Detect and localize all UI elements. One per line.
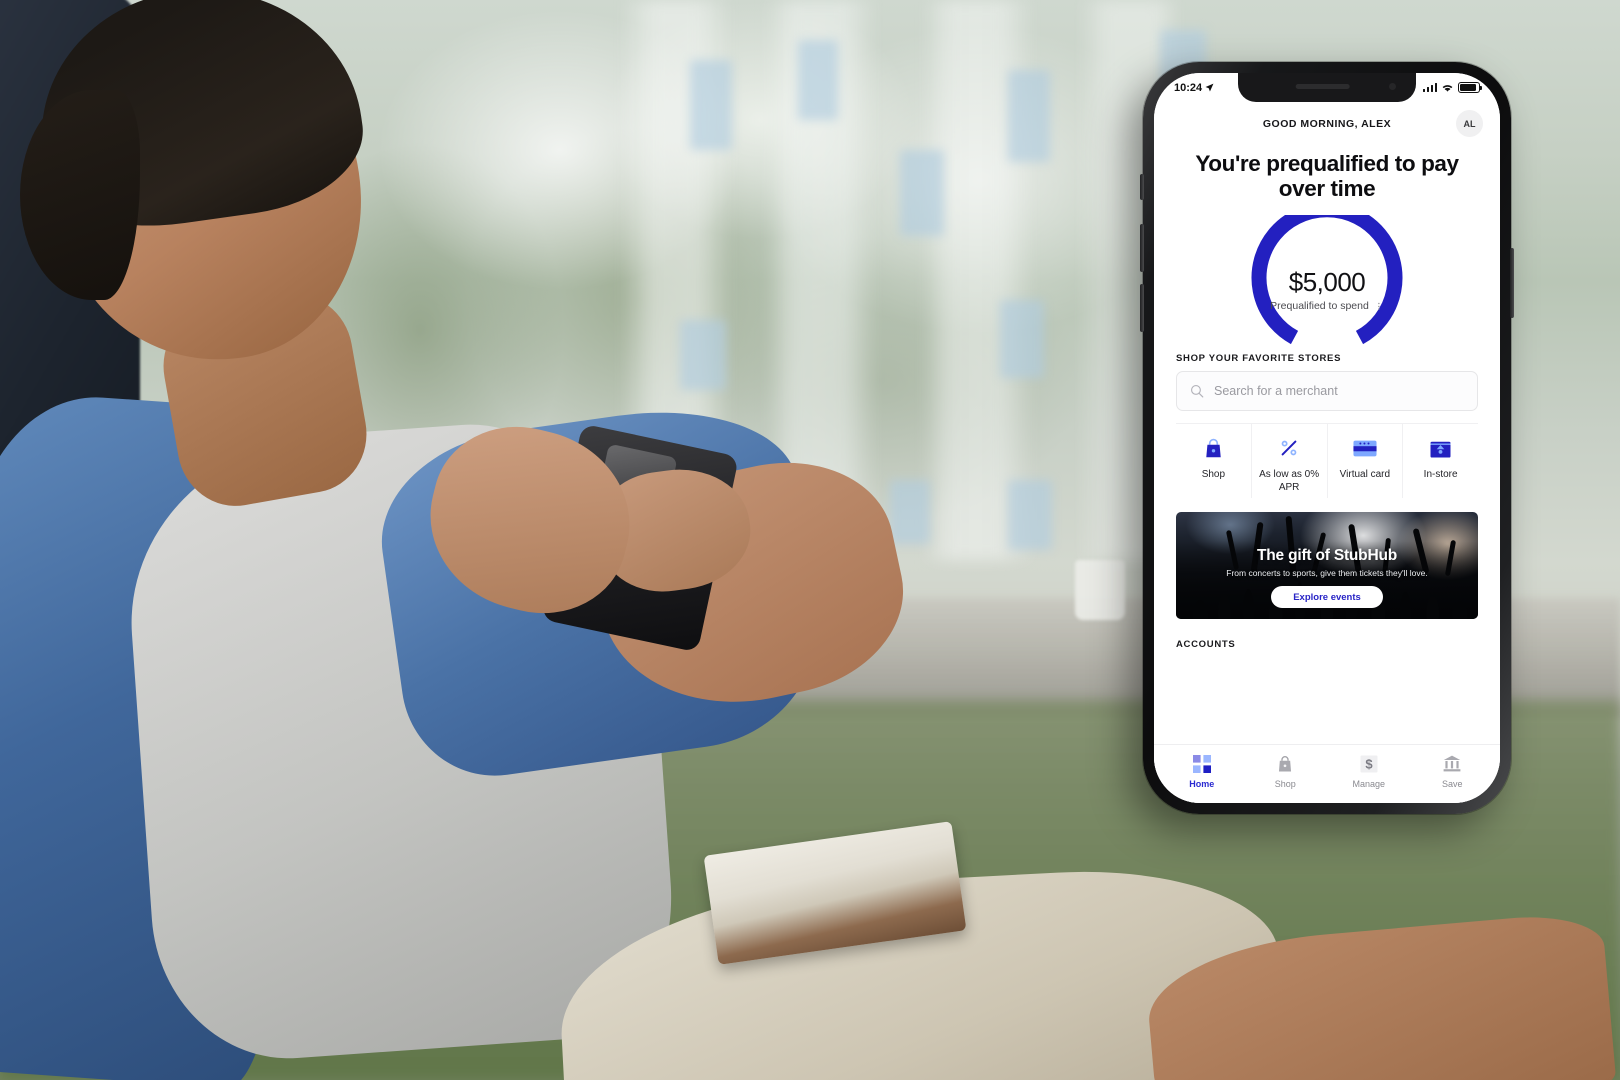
dollar-sign-icon: $ (1360, 754, 1378, 773)
mute-switch[interactable] (1140, 174, 1144, 200)
status-bar-right (1422, 82, 1482, 93)
shop-section-label: SHOP YOUR FAVORITE STORES (1176, 353, 1342, 365)
grid-home-icon (1192, 754, 1211, 773)
tab-label: Home (1189, 779, 1215, 789)
shopping-bag-icon (1277, 754, 1293, 773)
gauge-caption: Prequalified to spend ⋮ (1232, 300, 1422, 312)
search-placeholder: Search for a merchant (1214, 384, 1338, 399)
greeting-text: GOOD MORNING, ALEX (1262, 118, 1392, 130)
info-icon[interactable]: ⋮ (1374, 301, 1384, 311)
quick-action-virtual-card[interactable]: Virtual card (1328, 424, 1404, 499)
signal-bars-icon (1422, 83, 1437, 92)
app-header: GOOD MORNING, ALEX AL (1154, 107, 1500, 141)
earpiece-speaker-icon (1295, 84, 1350, 89)
prequalified-amount: $5,000 (1288, 267, 1366, 298)
bottom-tab-bar: Home Shop $ Manage Save (1154, 744, 1500, 803)
window-pane (680, 320, 726, 390)
promo-title: The gift of StubHub (1257, 547, 1397, 565)
status-time: 10:24 (1174, 81, 1203, 94)
power-button[interactable] (1510, 248, 1514, 318)
window-pane (890, 480, 930, 544)
prequalified-gauge: $5,000 Prequalified to spend ⋮ (1154, 213, 1500, 353)
tab-shop[interactable]: Shop (1244, 754, 1328, 789)
tab-save[interactable]: Save (1411, 754, 1495, 789)
tab-home[interactable]: Home (1160, 754, 1244, 789)
credit-card-icon (1353, 436, 1377, 460)
shopping-bag-icon (1204, 436, 1223, 460)
tab-manage[interactable]: $ Manage (1327, 754, 1411, 789)
quick-action-apr[interactable]: As low as 0% APR (1252, 424, 1328, 499)
promo-subtitle: From concerts to sports, give them ticke… (1226, 568, 1428, 579)
front-camera-icon (1389, 83, 1396, 90)
quick-action-shop[interactable]: Shop (1176, 424, 1252, 499)
percent-icon (1279, 436, 1299, 460)
phone-screen: 10:24 GOOD MORNING, ALEX AL You're prequ… (1154, 73, 1500, 803)
gauge-center-text: $5,000 Prequalified to spend ⋮ (1232, 267, 1422, 312)
quick-action-in-store[interactable]: In-store (1403, 424, 1478, 498)
window-pane (1008, 480, 1052, 550)
quick-action-label: Virtual card (1339, 469, 1391, 481)
battery-icon (1458, 82, 1482, 93)
window-pane (1000, 300, 1044, 378)
svg-text:$: $ (1365, 756, 1373, 771)
gauge-caption-text: Prequalified to spend (1270, 300, 1369, 313)
search-icon (1191, 385, 1204, 398)
promo-banner[interactable]: The gift of StubHub From concerts to spo… (1176, 512, 1478, 620)
scene-photo: 10:24 GOOD MORNING, ALEX AL You're prequ… (0, 0, 1620, 1080)
bank-icon (1443, 754, 1461, 773)
quick-action-label: In-store (1423, 469, 1458, 481)
notch (1238, 73, 1416, 102)
tab-label: Manage (1352, 779, 1386, 789)
storefront-icon (1430, 436, 1451, 460)
search-input[interactable]: Search for a merchant (1176, 371, 1478, 412)
window-pane (1008, 70, 1050, 162)
accounts-section-label: ACCOUNTS (1176, 639, 1236, 651)
status-bar-left: 10:24 (1174, 82, 1214, 94)
phone-mockup: 10:24 GOOD MORNING, ALEX AL You're prequ… (1140, 62, 1514, 814)
window-pane (690, 60, 732, 150)
avatar[interactable]: AL (1456, 110, 1483, 137)
app-content: GOOD MORNING, ALEX AL You're prequalifie… (1154, 73, 1500, 803)
explore-events-button[interactable]: Explore events (1271, 586, 1383, 609)
page-title: You're prequalified to pay over time (1195, 151, 1459, 202)
window-pane (798, 40, 838, 120)
quick-actions-row: Shop As low as 0% APR Virtual card In-st… (1176, 423, 1478, 499)
quick-action-label: Shop (1201, 469, 1226, 481)
quick-action-label: As low as 0% APR (1259, 469, 1320, 493)
location-arrow-icon (1205, 83, 1214, 92)
volume-down-button[interactable] (1140, 284, 1144, 332)
tab-label: Save (1441, 779, 1463, 789)
volume-up-button[interactable] (1140, 224, 1144, 272)
wifi-icon (1442, 84, 1453, 92)
cup (1075, 560, 1125, 620)
window-pane (900, 150, 944, 236)
tab-label: Shop (1274, 779, 1296, 789)
